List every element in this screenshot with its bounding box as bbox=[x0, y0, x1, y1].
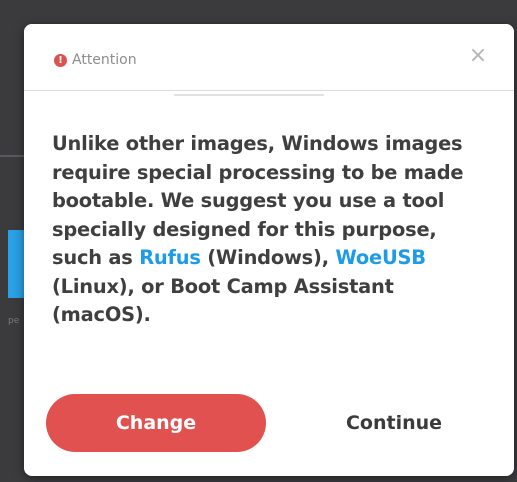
background-divider bbox=[0, 155, 26, 157]
dialog-title: Attention bbox=[72, 52, 137, 68]
woeusb-link[interactable]: WoeUSB bbox=[335, 246, 426, 269]
change-button[interactable]: Change bbox=[46, 394, 266, 452]
rufus-link[interactable]: Rufus bbox=[139, 246, 201, 269]
attention-dialog: ! Attention × Unlike other images, Windo… bbox=[24, 24, 514, 476]
scrolled-content-fade bbox=[24, 90, 514, 116]
continue-button[interactable]: Continue bbox=[304, 394, 484, 452]
close-icon[interactable]: × bbox=[468, 45, 488, 67]
message-text-part2: (Windows), bbox=[200, 246, 336, 269]
dialog-message: Unlike other images, Windows images requ… bbox=[52, 130, 492, 330]
dialog-header: ! Attention × bbox=[24, 24, 514, 91]
exclamation-circle-icon: ! bbox=[54, 54, 67, 67]
message-text-part3: (Linux), or Boot Camp Assistant (macOS). bbox=[52, 274, 394, 327]
scrolled-text-remnant bbox=[174, 90, 324, 96]
